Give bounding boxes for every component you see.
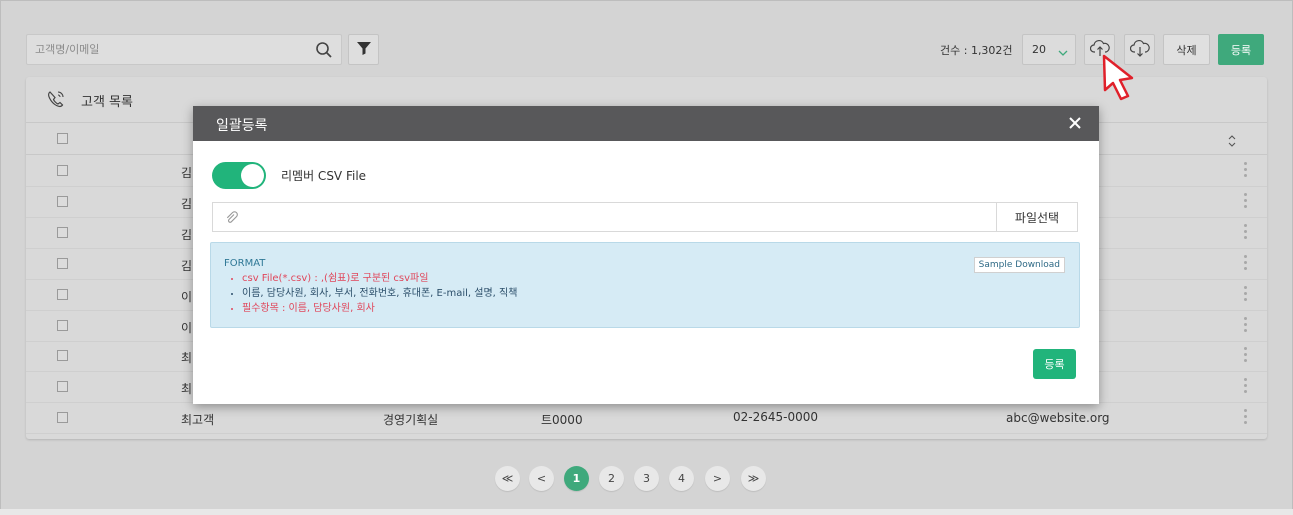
format-info-box: FORMAT Sample Download csv File(*.csv) :… [210,242,1080,328]
table-row[interactable]: 최고객 경영기획실 트0000 02-2645-0000 abc@website.org [26,403,1267,435]
toggle-knob [241,164,264,187]
file-input[interactable]: 파일선택 [212,202,1078,232]
search-icon[interactable] [315,41,333,59]
file-select-button[interactable]: 파일선택 [996,203,1077,231]
row-checkbox[interactable] [57,350,68,362]
customer-name: 김 [181,166,193,180]
search-input[interactable] [27,35,307,64]
more-options-icon[interactable] [1244,254,1248,273]
row-checkbox[interactable] [57,257,68,269]
phone-icon [46,89,66,113]
customer-name: 김 [181,227,193,242]
last-page-button[interactable]: ≫ [741,466,766,491]
format-item: 필수항목 : 이름, 담당사원, 회사 [242,301,517,316]
page-4-button[interactable]: 4 [669,466,694,491]
row-checkbox[interactable] [57,319,68,331]
sample-download-button[interactable]: Sample Download [973,257,1065,273]
more-options-icon[interactable] [1244,316,1248,335]
position: 트0000 [541,413,583,428]
department: 경영기획실 [383,413,439,428]
filter-button[interactable] [348,34,379,65]
format-list: csv File(*.csv) : ,(쉼표)로 구분된 csv파일 이름, 담… [242,271,517,316]
format-title: FORMAT [224,258,266,269]
result-count: 건수 : 1,302건 [940,44,1013,57]
page-3-button[interactable]: 3 [634,466,659,491]
delete-button[interactable]: 삭제 [1163,34,1210,65]
next-page-button[interactable]: > [705,466,730,491]
more-options-icon[interactable] [1244,378,1248,396]
page-size-select[interactable]: 20 [1022,34,1076,65]
phone-number: 02-2645-0000 [733,410,819,425]
row-checkbox[interactable] [57,226,68,238]
row-checkbox[interactable] [57,165,68,176]
row-checkbox[interactable] [57,412,68,424]
search-box [26,34,342,65]
register-button[interactable]: 등록 [1218,34,1264,65]
modal-title: 일괄등록 [216,118,268,134]
format-item: csv File(*.csv) : ,(쉼표)로 구분된 csv파일 [242,271,517,286]
row-checkbox[interactable] [57,288,68,300]
filter-icon [356,40,372,60]
more-options-icon[interactable] [1244,192,1248,211]
more-options-icon[interactable] [1244,409,1248,427]
csv-toggle[interactable] [212,162,266,189]
page-2-button[interactable]: 2 [599,466,624,491]
bulk-register-modal: 일괄등록 리멤버 CSV File 파일선택 FORMAT Sample Dow… [193,106,1099,404]
more-options-icon[interactable] [1244,162,1248,180]
customer-name: 최 [181,382,193,397]
customer-name: 김 [181,196,193,211]
customer-name: 최 [181,351,193,366]
more-options-icon[interactable] [1244,285,1248,304]
customer-name: 김 [181,258,193,273]
row-checkbox[interactable] [57,195,68,207]
customer-name: 이 [181,320,193,335]
more-options-icon[interactable] [1244,223,1248,242]
sort-icon[interactable] [1227,133,1237,152]
customer-name: 이 [181,289,193,304]
first-page-button[interactable]: ≪ [495,466,520,491]
row-checkbox[interactable] [57,381,68,393]
customer-name: 최고객 [181,413,215,428]
close-icon[interactable] [1068,115,1082,129]
page-size-value: 20 [1032,43,1046,56]
modal-header: 일괄등록 [193,106,1099,141]
bottom-strip [0,509,1293,515]
prev-page-button[interactable]: < [529,466,554,491]
select-all-checkbox[interactable] [57,133,68,144]
chevron-down-icon [1058,46,1068,59]
paperclip-icon [225,210,239,229]
modal-register-button[interactable]: 등록 [1033,349,1076,379]
more-options-icon[interactable] [1244,347,1248,365]
format-item: 이름, 담당사원, 회사, 부서, 전화번호, 휴대폰, E-mail, 설명,… [242,286,517,301]
page-1-button[interactable]: 1 [564,466,589,491]
email: abc@website.org [1006,411,1110,426]
toggle-label: 리멤버 CSV File [281,169,367,183]
cursor-arrow-icon [1098,52,1138,108]
card-title: 고객 목록 [81,95,133,110]
